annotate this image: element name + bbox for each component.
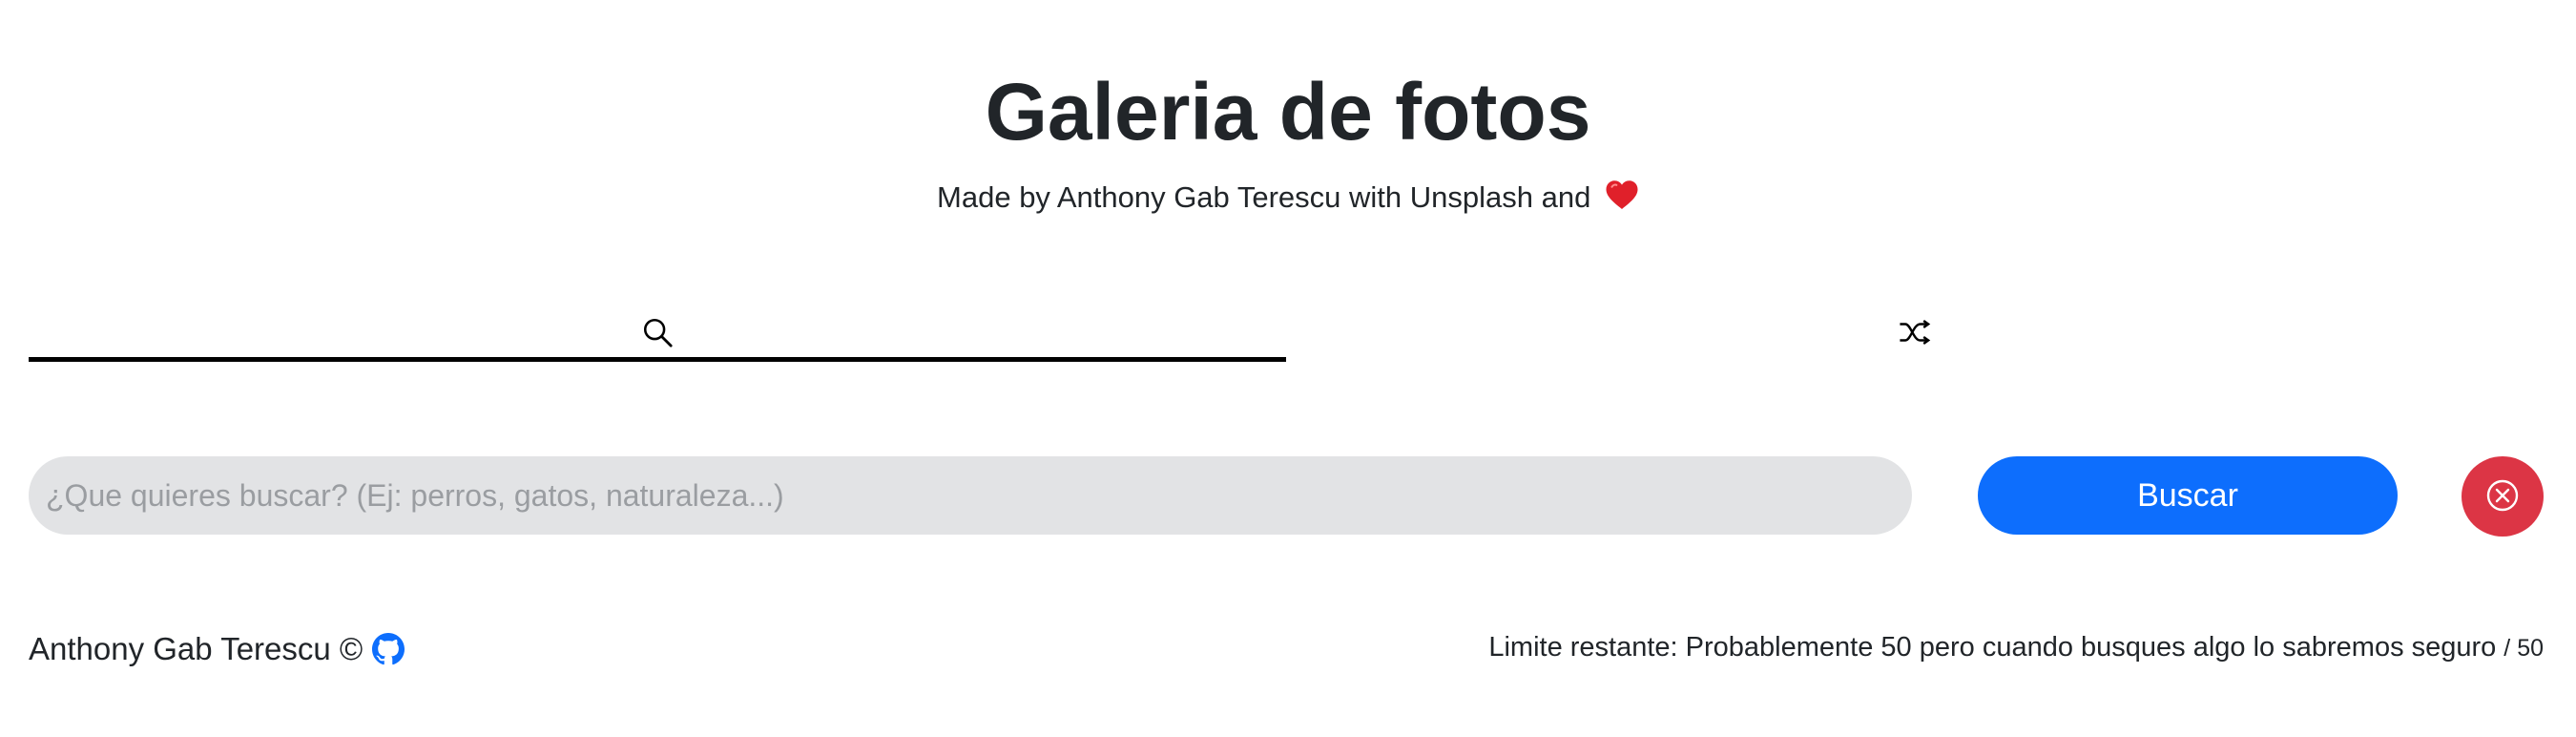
page-title: Galeria de fotos [985, 67, 1591, 157]
search-icon [641, 316, 674, 353]
tab-search[interactable] [29, 305, 1286, 363]
shuffle-icon [1899, 318, 1931, 351]
rate-limit-total: / 50 [2503, 635, 2544, 662]
clear-button[interactable] [2462, 456, 2544, 537]
github-icon[interactable] [372, 633, 405, 665]
page-subtitle: Made by Anthony Gab Terescu with Unsplas… [0, 177, 2576, 222]
subtitle-text: Made by Anthony Gab Terescu with Unsplas… [937, 180, 1591, 214]
active-tab-indicator [29, 357, 1286, 362]
heart-icon [1605, 179, 1639, 222]
close-circle-icon [2485, 478, 2520, 516]
rate-limit-text: Limite restante: Probablemente 50 pero c… [1488, 632, 2497, 663]
tab-random[interactable] [1286, 305, 2544, 363]
rate-limit-status: Limite restante: Probablemente 50 pero c… [1488, 632, 2544, 670]
page: Galeria de fotos Made by Anthony Gab Ter… [0, 0, 2576, 737]
author-credit: Anthony Gab Terescu © [29, 631, 364, 666]
footer-author: Anthony Gab Terescu © [29, 628, 405, 670]
search-button[interactable]: Buscar [1978, 456, 2398, 535]
search-input[interactable] [29, 456, 1912, 535]
